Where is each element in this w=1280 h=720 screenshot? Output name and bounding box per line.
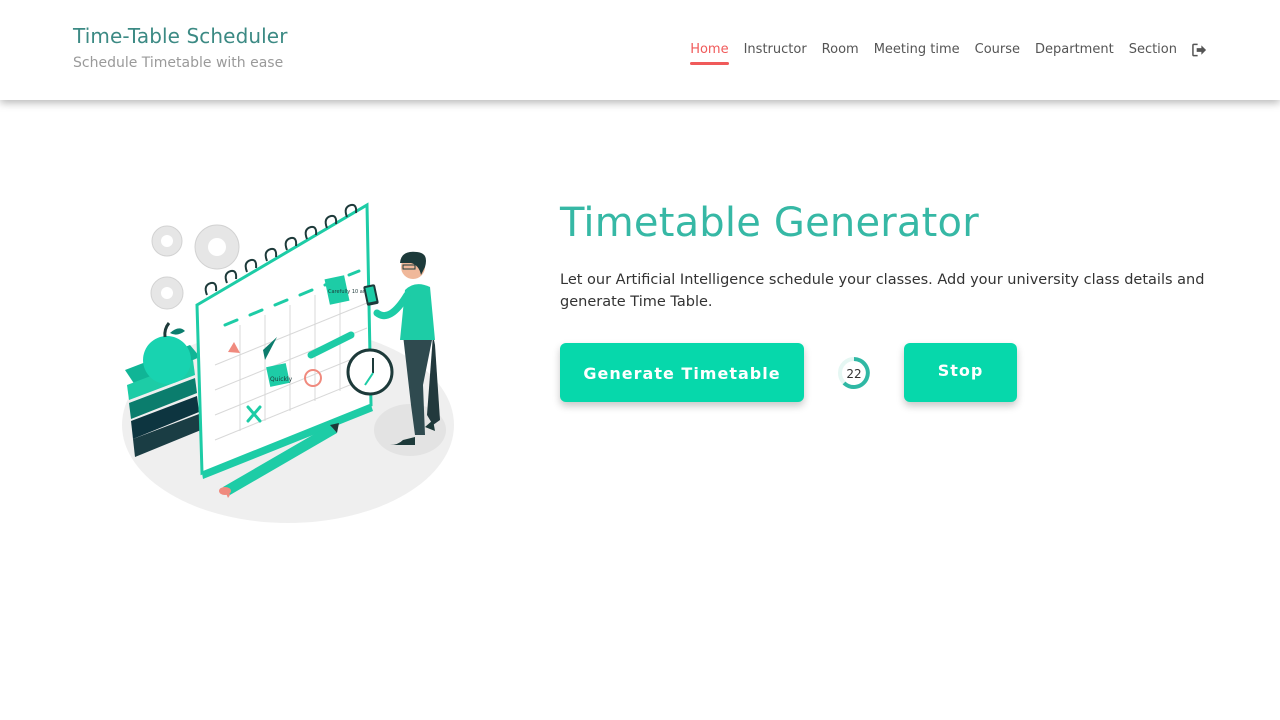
- nav-course[interactable]: Course: [975, 42, 1020, 60]
- nav-instructor[interactable]: Instructor: [744, 42, 807, 60]
- note-text-carefully: Carefully 10 am: [328, 289, 368, 295]
- calendar-illustration: Quickly Carefully 10 am: [122, 202, 454, 523]
- nav-menu: Home Instructor Room Meeting time Course…: [690, 42, 1207, 65]
- nav-section[interactable]: Section: [1129, 42, 1177, 60]
- brand-title[interactable]: Time-Table Scheduler: [73, 24, 288, 48]
- page-title: Timetable Generator: [560, 200, 979, 246]
- nav-home[interactable]: Home: [690, 42, 729, 65]
- generate-timetable-button[interactable]: Generate Timetable: [560, 343, 804, 402]
- sign-out-icon[interactable]: [1192, 43, 1207, 57]
- progress-count: 22: [846, 366, 862, 381]
- brand-subtitle: Schedule Timetable with ease: [73, 55, 284, 71]
- nav-room[interactable]: Room: [822, 42, 859, 60]
- nav-department[interactable]: Department: [1035, 42, 1114, 60]
- stop-button[interactable]: Stop: [904, 343, 1017, 402]
- page-description: Let our Artificial Intelligence schedule…: [560, 272, 1205, 310]
- nav-meeting-time[interactable]: Meeting time: [874, 42, 960, 60]
- top-navbar: Time-Table Scheduler Schedule Timetable …: [0, 0, 1280, 100]
- brand[interactable]: Time-Table Scheduler Schedule Timetable …: [73, 24, 288, 71]
- note-text-quickly: Quickly: [270, 376, 293, 383]
